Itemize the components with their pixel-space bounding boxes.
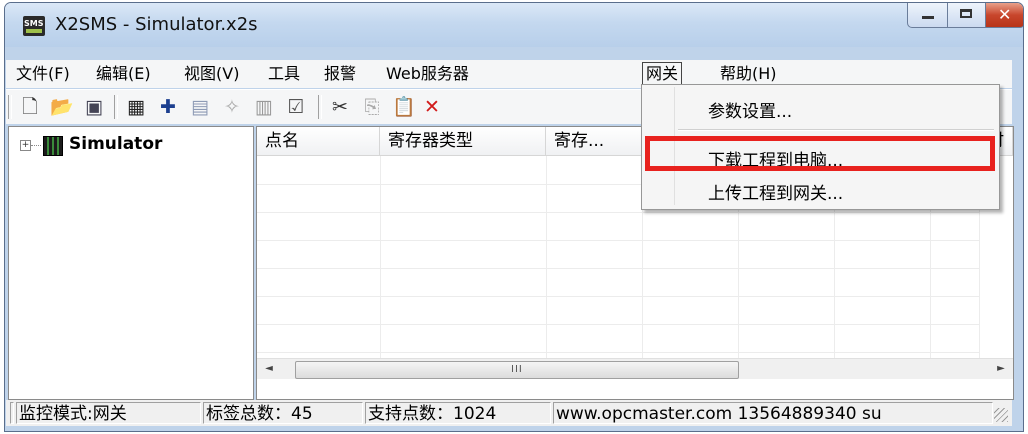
properties-icon[interactable]: ☑ [284,95,308,119]
status-bar: 监控模式:网关 标签总数：45 支持点数：1024 www.opcmaster.… [6,400,1012,426]
project-tree[interactable]: + Simulator [8,126,254,400]
menu-gateway[interactable]: 网关 [642,62,683,86]
table-row [257,324,979,325]
minimize-button[interactable] [907,3,949,28]
menu-web-server[interactable]: Web服务器 [386,63,469,85]
menu-help[interactable]: 帮助(H) [720,63,777,85]
sms-app-icon: SMS [23,16,45,36]
toolbar-grip [8,95,12,119]
window-title: X2SMS - Simulator.x2s [55,14,258,35]
paste-icon[interactable]: 📋 [392,95,416,119]
status-mode: 监控模式:网关 [16,402,201,424]
status-tag-count: 标签总数：45 [203,402,363,424]
menu-file[interactable]: 文件(F) [16,63,70,85]
menu-item-upload-project[interactable]: 上传工程到网关... [708,179,843,204]
menu-edit[interactable]: 编辑(E) [96,63,151,85]
copy-icon[interactable]: ⎘ [360,95,384,119]
horizontal-scrollbar[interactable]: ◄ III ► [257,358,1013,379]
device-icon[interactable]: ▦ [124,95,148,119]
scrollbar-thumb[interactable]: III [295,361,739,379]
scroll-right-icon[interactable]: ► [995,363,1007,375]
open-folder-icon[interactable]: 📂 [50,95,74,119]
status-panel-empty [10,402,14,424]
tree-connector [31,145,41,146]
table-row [257,296,979,297]
scrollbar-grip: III [511,364,523,375]
menu-separator [678,129,994,131]
cut-icon[interactable]: ✂ [328,95,352,119]
column-divider [380,156,381,358]
column-header-name[interactable]: 点名 [257,127,380,156]
close-icon: ✕ [998,5,1012,24]
tree-item-simulator[interactable]: Simulator [69,134,162,154]
app-icon-text: SMS [24,19,44,28]
tree-expand-icon[interactable]: + [20,140,31,151]
column-header-register-type[interactable]: 寄存器类型 [380,127,546,156]
menu-alarm[interactable]: 报警 [324,63,356,85]
resize-grip-icon[interactable] [994,408,1008,422]
grid-icon[interactable]: ▤ [188,95,212,119]
add-tag-icon[interactable]: ✚ [156,95,180,119]
table-row [257,268,979,269]
table-row [257,240,979,241]
maximize-button[interactable] [947,3,987,28]
scroll-left-icon[interactable]: ◄ [263,363,275,375]
new-file-icon[interactable]: 🗋 [18,95,42,119]
status-info: www.opcmaster.com 13564889340 su [553,402,993,424]
table-row [257,352,979,353]
wizard-icon[interactable]: ✧ [220,95,244,119]
column-header-register[interactable]: 寄存... [546,127,642,156]
red-highlight-box [645,136,995,171]
device-icon [43,136,63,156]
status-supported-points: 支持点数：1024 [365,402,551,424]
menu-view[interactable]: 视图(V) [184,63,239,85]
minimize-icon [922,16,934,19]
maximize-icon [960,9,972,18]
menu-item-parameter-settings[interactable]: 参数设置... [708,97,792,122]
disabled-device-icon[interactable]: ▥ [252,95,276,119]
close-button[interactable]: ✕ [985,3,1023,28]
toolbar-separator [318,95,322,119]
column-divider [546,156,547,358]
delete-icon[interactable]: ✕ [420,95,444,119]
menu-tools[interactable]: 工具 [268,63,300,85]
toolbar-separator [114,95,118,119]
title-bar[interactable]: SMS X2SMS - Simulator.x2s ✕ [5,3,1023,47]
table-row [257,212,979,213]
save-icon[interactable]: ▣ [82,95,106,119]
